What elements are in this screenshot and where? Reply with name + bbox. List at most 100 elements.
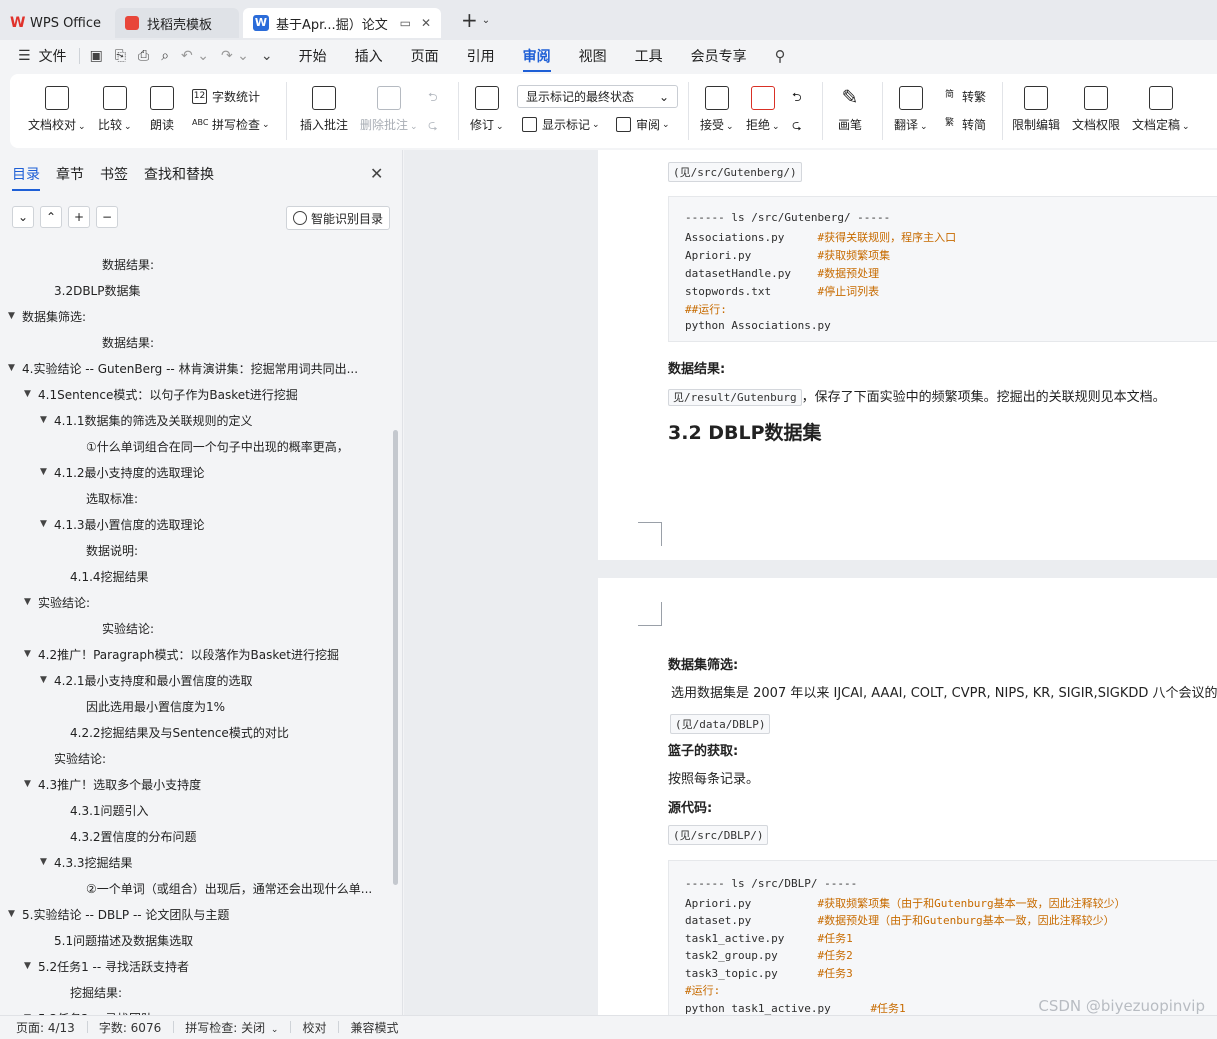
collapse-arrow-icon[interactable]: ▼ xyxy=(40,415,54,425)
toc-item[interactable]: 3.2DBLP数据集 xyxy=(54,280,140,300)
menu-page[interactable]: 页面 xyxy=(411,46,439,66)
accept-button[interactable]: 接受 ⌄ xyxy=(700,86,734,133)
scrollbar[interactable] xyxy=(393,430,398,885)
toc-item[interactable]: ▼ 4.1.3最小置信度的选取理论 xyxy=(40,514,205,534)
menu-icon[interactable]: ☰ xyxy=(18,48,31,64)
toc-item[interactable]: ▼ 5.实验结论 -- DBLP -- 论文团队与主题 xyxy=(8,904,229,924)
menu-member[interactable]: 会员专享 xyxy=(691,46,747,66)
collapse-arrow-icon[interactable]: ▼ xyxy=(40,467,54,477)
reject-button[interactable]: 拒绝 ⌄ xyxy=(746,86,780,133)
tab-wps-office[interactable]: W WPS Office xyxy=(0,8,113,38)
tab-document[interactable]: W 基于Apr...掘）论文 ▭ ✕ xyxy=(243,8,441,38)
prev-change-icon[interactable]: ⮌ xyxy=(792,88,802,109)
close-icon[interactable]: ✕ xyxy=(370,164,383,183)
doc-check-button[interactable]: 文档校对 ⌄ xyxy=(28,86,86,133)
compare-button[interactable]: 比较 ⌄ xyxy=(98,86,132,133)
collapse-arrow-icon[interactable]: ▼ xyxy=(40,519,54,529)
menu-insert[interactable]: 插入 xyxy=(355,46,383,66)
chevron-down-icon[interactable]: ⌄ xyxy=(482,15,490,26)
toc-item[interactable]: 因此选用最小置信度为1% xyxy=(86,696,225,716)
show-markup-button[interactable]: 显示标记 ⌄ xyxy=(522,116,600,133)
add-heading-icon[interactable]: + xyxy=(68,206,90,228)
translate-button[interactable]: 翻译 ⌄ xyxy=(894,86,928,133)
word-count-button[interactable]: 12 字数统计 xyxy=(192,88,260,105)
collapse-arrow-icon[interactable]: ▼ xyxy=(24,961,38,971)
restrict-edit-button[interactable]: 限制编辑 xyxy=(1012,86,1060,133)
track-changes-button[interactable]: 修订 ⌄ xyxy=(470,86,504,133)
toc-item[interactable]: ▼ 4.实验结论 -- GutenBerg -- 林肯演讲集：挖掘常用词共同出..… xyxy=(8,358,358,378)
next-comment-icon[interactable]: ⮎ xyxy=(428,116,438,137)
doc-permission-button[interactable]: 文档权限 xyxy=(1072,86,1120,133)
tab-toc[interactable]: 目录 xyxy=(12,164,40,191)
review-pane-button[interactable]: 审阅 ⌄ xyxy=(616,116,670,133)
collapse-up-icon[interactable]: ⌃ xyxy=(40,206,62,228)
tab-chapter[interactable]: 章节 xyxy=(56,164,84,184)
menu-review[interactable]: 审阅 xyxy=(522,46,551,72)
tab-template[interactable]: 找稻壳模板 xyxy=(115,8,239,38)
toc-item[interactable]: 挖掘结果: xyxy=(70,982,122,1002)
toc-item[interactable]: 4.3.2置信度的分布问题 xyxy=(70,826,197,846)
collapse-arrow-icon[interactable]: ▼ xyxy=(40,857,54,867)
read-aloud-button[interactable]: 朗读 xyxy=(150,86,174,133)
print-icon[interactable]: ⎙ xyxy=(138,48,149,64)
toc-item[interactable]: 数据结果: xyxy=(102,254,154,274)
toc-item[interactable]: 4.2.2挖掘结果及与Sentence模式的对比 xyxy=(70,722,289,742)
tab-find-replace[interactable]: 查找和替换 xyxy=(144,164,214,184)
menu-view[interactable]: 视图 xyxy=(579,46,607,66)
collapse-arrow-icon[interactable]: ▼ xyxy=(40,675,54,685)
to-traditional-button[interactable]: 简 转繁 xyxy=(942,88,986,105)
toc-item[interactable]: ▼ 4.2推广！Paragraph模式：以段落作为Basket进行挖掘 xyxy=(24,644,339,664)
next-change-icon[interactable]: ⮎ xyxy=(792,116,802,137)
toc-item[interactable]: ▼ 4.1.1数据集的筛选及关联规则的定义 xyxy=(40,410,253,430)
collapse-arrow-icon[interactable]: ▼ xyxy=(24,597,38,607)
toc-item[interactable]: 选取标准: xyxy=(86,488,138,508)
remove-heading-icon[interactable]: − xyxy=(96,206,118,228)
page-indicator[interactable]: 页面: 4/13 xyxy=(0,1019,87,1036)
collapse-arrow-icon[interactable]: ▼ xyxy=(8,363,22,373)
toc-item[interactable]: 数据结果: xyxy=(102,332,154,352)
toc-item[interactable]: ①什么单词组合在同一个句子中出现的概率更高， xyxy=(86,436,349,456)
toc-item[interactable]: 实验结论: xyxy=(54,748,106,768)
collapse-arrow-icon[interactable]: ▼ xyxy=(8,311,22,321)
spell-check-status[interactable]: 拼写检查: 关闭 ⌄ xyxy=(173,1019,290,1036)
print-preview-icon[interactable]: ⌕ xyxy=(161,48,169,64)
toc-item[interactable]: ▼ 4.2.1最小支持度和最小置信度的选取 xyxy=(40,670,253,690)
close-tab-icon[interactable]: ✕ xyxy=(421,16,431,30)
new-tab-icon[interactable]: + xyxy=(461,8,478,32)
toc-item[interactable]: ▼ 5.2任务1 -- 寻找活跃支持者 xyxy=(24,956,189,976)
toc-item[interactable]: 4.3.1问题引入 xyxy=(70,800,149,820)
toc-item[interactable]: ▼ 4.3推广！选取多个最小支持度 xyxy=(24,774,201,794)
expand-down-icon[interactable]: ⌄ xyxy=(12,206,34,228)
save-icon[interactable]: ▣ xyxy=(90,48,103,64)
toc-item[interactable]: ▼ 数据集筛选: xyxy=(8,306,86,326)
toc-item[interactable]: ▼ 4.3.3挖掘结果 xyxy=(40,852,133,872)
insert-comment-button[interactable]: 插入批注 xyxy=(300,86,348,133)
toc-item[interactable]: 5.1问题描述及数据集选取 xyxy=(54,930,193,950)
toc-item[interactable]: ▼ 实验结论: xyxy=(24,592,90,612)
redo-icon[interactable]: ↷ ⌄ xyxy=(221,48,249,64)
proof-status[interactable]: 校对 xyxy=(290,1019,338,1036)
toc-item[interactable]: 数据说明: xyxy=(86,540,138,560)
collapse-arrow-icon[interactable]: ▼ xyxy=(24,389,38,399)
to-simplified-button[interactable]: 繁 转简 xyxy=(942,116,986,133)
toc-item[interactable]: 4.1.4挖掘结果 xyxy=(70,566,149,586)
screen-icon[interactable]: ▭ xyxy=(400,16,411,30)
menu-start[interactable]: 开始 xyxy=(299,46,327,66)
toc-item[interactable]: ▼ 4.1.2最小支持度的选取理论 xyxy=(40,462,205,482)
word-count-status[interactable]: 字数: 6076 xyxy=(86,1019,173,1036)
undo-icon[interactable]: ↶ ⌄ xyxy=(181,48,209,64)
toc-item[interactable]: 实验结论: xyxy=(102,618,154,638)
collapse-arrow-icon[interactable]: ▼ xyxy=(24,779,38,789)
collapse-arrow-icon[interactable]: ▼ xyxy=(8,909,22,919)
collapse-arrow-icon[interactable]: ▼ xyxy=(24,649,38,659)
spell-check-button[interactable]: ABC 拼写检查 ⌄ xyxy=(192,116,270,133)
more-icon[interactable]: ⌄ xyxy=(261,48,273,64)
export-icon[interactable]: ⎘ xyxy=(115,48,126,64)
finalize-button[interactable]: 文档定稿 ⌄ xyxy=(1132,86,1190,133)
menu-reference[interactable]: 引用 xyxy=(467,46,495,66)
pen-button[interactable]: ✎ 画笔 xyxy=(838,86,862,133)
menu-tools[interactable]: 工具 xyxy=(635,46,663,66)
toc-item[interactable]: ▼ 4.1Sentence模式：以句子作为Basket进行挖掘 xyxy=(24,384,298,404)
search-icon[interactable]: ⚲ xyxy=(775,47,786,65)
menu-file[interactable]: 文件 xyxy=(39,46,67,66)
